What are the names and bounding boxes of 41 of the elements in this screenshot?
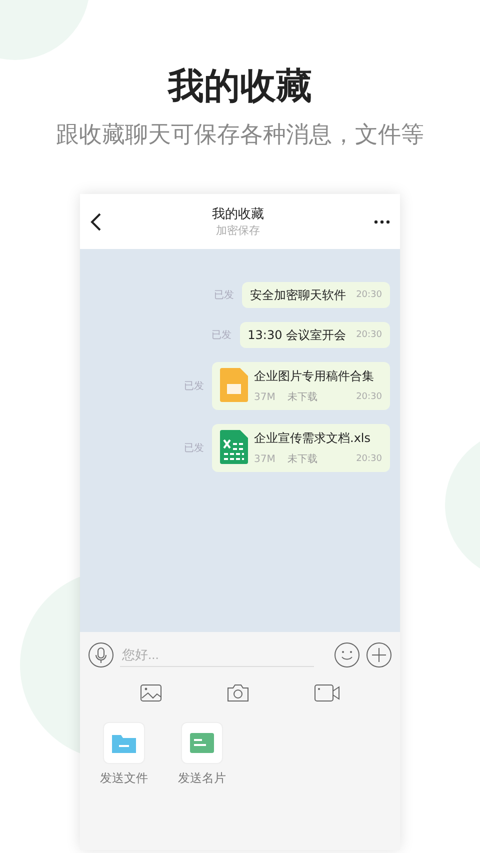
camera-icon[interactable] <box>226 684 249 702</box>
folder-icon <box>112 733 136 753</box>
action-label: 发送名片 <box>178 770 226 787</box>
action-label: 发送文件 <box>100 770 148 787</box>
file-bubble[interactable]: 企业图片专用稿件合集 37M 未下载 20:30 <box>212 362 390 410</box>
document-icon <box>220 368 248 402</box>
message-time: 20:30 <box>356 290 382 300</box>
file-size: 37M <box>254 392 276 402</box>
chat-title: 我的收藏 <box>212 206 264 223</box>
chat-subtitle: 加密保存 <box>216 223 260 238</box>
subheadline: 跟收藏聊天可保存各种消息，文件等 <box>56 121 424 150</box>
message-bubble[interactable]: 13:30 会议室开会 20:30 <box>240 322 390 348</box>
file-bubble[interactable]: 企业宣传需求文档.xls 37M 未下载 20:30 <box>212 424 390 472</box>
sent-status: 已发 <box>214 289 234 302</box>
file-name: 企业宣传需求文档.xls <box>254 430 372 447</box>
message-text: 13:30 会议室开会 <box>248 326 346 344</box>
download-status: 未下载 <box>287 390 318 404</box>
action-tile[interactable] <box>181 722 223 764</box>
back-icon[interactable] <box>90 212 102 230</box>
action-tile[interactable] <box>103 722 145 764</box>
card-icon <box>190 733 214 753</box>
image-icon[interactable] <box>140 684 162 702</box>
file-name: 企业图片专用稿件合集 <box>254 368 375 385</box>
message-time: 20:30 <box>356 392 382 402</box>
message-text: 安全加密聊天软件 <box>250 286 346 304</box>
add-icon[interactable] <box>366 642 392 668</box>
microphone-icon[interactable] <box>88 642 114 668</box>
sent-status: 已发 <box>184 380 204 393</box>
message-time: 20:30 <box>356 330 382 340</box>
download-status: 未下载 <box>287 452 318 466</box>
file-size: 37M <box>254 454 276 464</box>
message-input[interactable]: 您好... <box>120 643 314 667</box>
message-time: 20:30 <box>356 454 382 464</box>
video-camera-icon[interactable] <box>314 684 340 702</box>
emoji-icon[interactable] <box>334 642 360 668</box>
message-bubble[interactable]: 安全加密聊天软件 20:30 <box>242 282 390 308</box>
sent-status: 已发 <box>184 442 204 455</box>
more-icon[interactable] <box>374 220 390 224</box>
spreadsheet-icon <box>220 430 248 464</box>
headline: 我的收藏 <box>168 65 312 109</box>
sent-status: 已发 <box>212 329 232 342</box>
